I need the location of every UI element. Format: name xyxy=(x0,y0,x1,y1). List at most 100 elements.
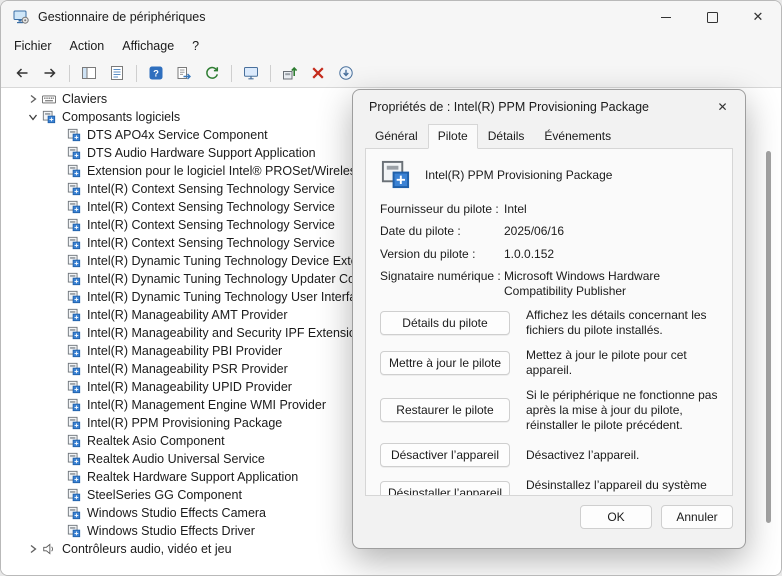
restaurer-le-pilote-button[interactable]: Restaurer le pilote xyxy=(380,398,510,422)
maximize-button[interactable] xyxy=(689,1,735,33)
mettre-jour-le-pilote-button[interactable]: Mettre à jour le pilote xyxy=(380,351,510,375)
field-label: Version du pilote : xyxy=(380,247,504,261)
tree-item-label: Intel(R) Context Sensing Technology Serv… xyxy=(87,236,335,250)
tree-item-label: SteelSeries GG Component xyxy=(87,488,242,502)
minimize-icon xyxy=(661,17,671,18)
driver-tab-page: Intel(R) PPM Provisioning Package Fourni… xyxy=(365,148,733,496)
expand-chevron[interactable] xyxy=(25,93,40,105)
dialog-tabs: GénéralPiloteDétailsÉvénements xyxy=(353,124,745,149)
driver-field-fournisseur-du-pilote: Fournisseur du pilote :Intel xyxy=(380,202,718,216)
component-icon xyxy=(67,344,81,358)
forward-button[interactable] xyxy=(37,61,63,85)
component-icon xyxy=(42,110,56,124)
menu-item-item[interactable]: ? xyxy=(183,36,208,56)
toolbar-separator xyxy=(69,65,70,82)
component-icon xyxy=(67,380,81,394)
component-icon xyxy=(67,200,81,214)
component-icon xyxy=(67,128,81,142)
refresh-icon xyxy=(204,65,220,81)
uninstall-device-icon xyxy=(310,65,326,81)
driver-fields: Fournisseur du pilote :Intel Date du pilo… xyxy=(380,202,718,298)
tree-item-label: Realtek Hardware Support Application xyxy=(87,470,298,484)
dialog-title-bar: Propriétés de : Intel(R) PPM Provisionin… xyxy=(353,90,745,124)
close-button[interactable]: ✕ xyxy=(735,1,781,33)
cancel-button[interactable]: Annuler xyxy=(661,505,733,529)
tree-item-label: Composants logiciels xyxy=(62,110,180,124)
dialog-footer: OK Annuler xyxy=(353,496,745,548)
scan-hardware-changes-button[interactable] xyxy=(333,61,359,85)
close-icon: ✕ xyxy=(753,9,764,25)
tab-g-n-ral[interactable]: Général xyxy=(365,124,428,149)
device-header: Intel(R) PPM Provisioning Package xyxy=(380,159,718,190)
component-icon xyxy=(67,272,81,286)
expand-chevron[interactable] xyxy=(25,543,40,555)
action-row-d-tails-du-pilote: Détails du pilote Affichez les détails co… xyxy=(380,308,718,337)
driver-actions: Détails du pilote Affichez les détails co… xyxy=(380,308,718,496)
tree-item-label: Intel(R) Manageability and Security IPF … xyxy=(87,326,370,340)
d-sinstaller-l-appareil-button[interactable]: Désinstaller l’appareil xyxy=(380,481,510,496)
d-tails-du-pilote-button[interactable]: Détails du pilote xyxy=(380,311,510,335)
tab-d-tails[interactable]: Détails xyxy=(478,124,535,149)
component-icon xyxy=(67,254,81,268)
window-controls: ✕ xyxy=(643,1,781,33)
minimize-button[interactable] xyxy=(643,1,689,33)
tree-item-label: Intel(R) Manageability PSR Provider xyxy=(87,362,288,376)
menu-bar: FichierActionAffichage? xyxy=(1,33,781,59)
tree-item-label: Realtek Audio Universal Service xyxy=(87,452,265,466)
action-row-restaurer-le-pilote: Restaurer le piloteSi le périphérique ne… xyxy=(380,388,718,432)
menu-item-fichier[interactable]: Fichier xyxy=(5,36,61,56)
component-icon xyxy=(67,218,81,232)
d-sactiver-l-appareil-button[interactable]: Désactiver l’appareil xyxy=(380,443,510,467)
tree-item-label: Intel(R) Context Sensing Technology Serv… xyxy=(87,200,335,214)
tree-item-label: Intel(R) Context Sensing Technology Serv… xyxy=(87,218,335,232)
action-row-d-sactiver-l-appareil: Désactiver l’appareil Désactivez l’appare… xyxy=(380,443,718,467)
field-label: Fournisseur du pilote : xyxy=(380,202,504,216)
tree-item-label: Intel(R) Manageability PBI Provider xyxy=(87,344,282,358)
field-value: Microsoft Windows Hardware Compatibility… xyxy=(504,269,718,298)
tab-v-nements[interactable]: Événements xyxy=(534,124,621,149)
show-console-tree-button[interactable] xyxy=(76,61,102,85)
field-label: Date du pilote : xyxy=(380,224,504,238)
action-description: Affichez les détails concernant les fich… xyxy=(526,308,718,337)
back-button[interactable] xyxy=(9,61,35,85)
tree-item-label: DTS Audio Hardware Support Application xyxy=(87,146,316,160)
collapse-chevron[interactable] xyxy=(25,111,40,123)
tree-item-label: Intel(R) Manageability AMT Provider xyxy=(87,308,288,322)
properties-button[interactable] xyxy=(104,61,130,85)
component-icon xyxy=(67,452,81,466)
component-icon xyxy=(67,308,81,322)
dialog-close-button[interactable]: ✕ xyxy=(700,90,745,124)
tab-pilote[interactable]: Pilote xyxy=(428,124,478,149)
help-button[interactable]: ? xyxy=(143,61,169,85)
vertical-scrollbar[interactable] xyxy=(766,151,771,523)
uninstall-device-button[interactable] xyxy=(305,61,331,85)
speaker-icon xyxy=(42,542,56,556)
properties-dialog: Propriétés de : Intel(R) PPM Provisionin… xyxy=(352,89,746,549)
refresh-button[interactable] xyxy=(199,61,225,85)
device-name: Intel(R) PPM Provisioning Package xyxy=(425,168,612,182)
update-driver-icon xyxy=(282,65,298,81)
action-description: Désactivez l’appareil. xyxy=(526,448,718,463)
remote-computer-button[interactable] xyxy=(238,61,264,85)
window-title: Gestionnaire de périphériques xyxy=(38,10,205,24)
component-icon xyxy=(67,182,81,196)
export-list-button[interactable] xyxy=(171,61,197,85)
tree-item-label: Intel(R) Context Sensing Technology Serv… xyxy=(87,182,335,196)
menu-item-affichage[interactable]: Affichage xyxy=(113,36,183,56)
ok-button[interactable]: OK xyxy=(580,505,652,529)
field-value: 1.0.0.152 xyxy=(504,247,718,261)
component-icon xyxy=(67,236,81,250)
close-icon: ✕ xyxy=(717,100,727,114)
tree-item-label: Extension pour le logiciel Intel® PROSet… xyxy=(87,164,362,178)
menu-item-action[interactable]: Action xyxy=(61,36,114,56)
toolbar-separator xyxy=(231,65,232,82)
forward-icon xyxy=(42,65,58,81)
dialog-title: Propriétés de : Intel(R) PPM Provisionin… xyxy=(369,100,649,114)
help-icon: ? xyxy=(148,65,164,81)
remote-computer-icon xyxy=(243,65,259,81)
tree-item-label: Intel(R) PPM Provisioning Package xyxy=(87,416,282,430)
update-driver-button[interactable] xyxy=(277,61,303,85)
component-icon xyxy=(67,362,81,376)
driver-field-signataire-num-rique: Signataire numérique :Microsoft Windows … xyxy=(380,269,718,298)
component-icon xyxy=(67,434,81,448)
